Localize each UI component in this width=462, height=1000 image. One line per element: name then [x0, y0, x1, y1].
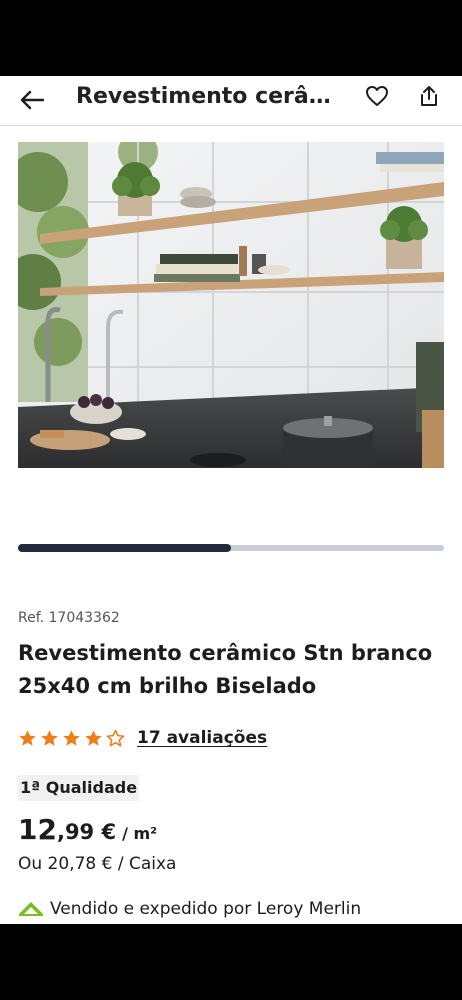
kitchen-shelves-photo	[18, 142, 444, 468]
product-reference: Ref. 17043362	[18, 610, 120, 626]
arrow-left-icon	[20, 90, 45, 110]
heart-icon	[366, 86, 388, 106]
product-rating[interactable]: 17 avaliações	[18, 725, 267, 751]
price-unit: / m²	[122, 824, 158, 843]
back-button[interactable]	[16, 84, 48, 116]
header-title: Revestimento cerâmico Stn branco 25x40 c…	[76, 84, 336, 109]
price: 12,99 € / m²	[18, 813, 157, 846]
price-integer: 12	[18, 813, 57, 846]
quality-badge: 1ª Qualidade	[18, 775, 140, 801]
favorite-button[interactable]	[362, 80, 392, 112]
share-button[interactable]	[414, 80, 444, 112]
reviews-link[interactable]: 17 avaliações	[137, 728, 267, 748]
app-header: Revestimento cerâmico Stn branco 25x40 c…	[0, 76, 462, 126]
seller-info: Vendido e expedido por Leroy Merlin	[18, 897, 361, 921]
product-title: Revestimento cerâmico Stn branco 25x40 c…	[18, 641, 433, 698]
status-bar-area	[0, 0, 462, 76]
carousel-progress-fill	[18, 544, 231, 552]
rating-stars	[18, 729, 125, 748]
carousel-progress-bar[interactable]	[18, 544, 444, 552]
navigation-bar-area	[0, 924, 462, 1000]
star-filled-icon	[63, 729, 80, 746]
leroy-merlin-logo-icon	[19, 902, 43, 916]
star-empty-icon	[106, 729, 125, 746]
share-icon	[421, 86, 437, 106]
price-decimal: ,99 €	[56, 820, 117, 844]
star-filled-icon	[85, 729, 102, 746]
star-filled-icon	[41, 729, 58, 746]
product-image[interactable]	[18, 142, 444, 468]
box-price: Ou 20,78 € / Caixa	[18, 854, 177, 874]
product-screen: Revestimento cerâmico Stn branco 25x40 c…	[0, 76, 462, 924]
seller-text: Vendido e expedido por Leroy Merlin	[50, 899, 362, 919]
star-filled-icon	[19, 729, 36, 746]
